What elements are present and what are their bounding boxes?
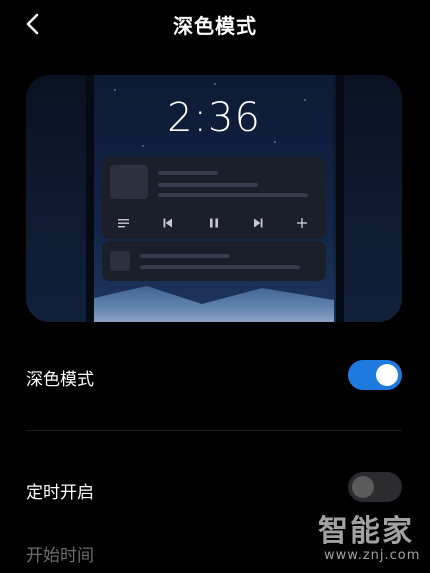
wallpaper-landscape — [94, 286, 334, 322]
song-title-placeholder — [158, 171, 218, 175]
previous-icon — [158, 215, 178, 231]
preview-left-divider — [86, 75, 94, 322]
notification-card — [102, 241, 326, 281]
next-icon — [248, 215, 268, 231]
notification-icon — [110, 251, 130, 271]
preview-phone-screen: 2:36 — [94, 75, 334, 322]
dark-mode-label: 深色模式 — [26, 370, 94, 390]
scheduled-toggle[interactable] — [348, 472, 402, 502]
preview-right-divider — [336, 75, 344, 322]
notification-body-placeholder — [140, 265, 300, 269]
watermark-brand: 智能家 — [318, 514, 414, 549]
pause-icon — [204, 215, 224, 231]
dark-mode-preview: 2:36 — [26, 75, 402, 322]
preview-left-panel — [26, 75, 86, 322]
notification-title-placeholder — [140, 254, 230, 258]
toggle-knob — [352, 476, 374, 498]
top-bar: 深色模式 — [0, 0, 430, 46]
page-title: 深色模式 — [173, 14, 257, 38]
toggle-knob — [376, 364, 398, 386]
music-widget — [102, 157, 326, 239]
watermark-url: www.znj.com — [324, 548, 421, 563]
plus-icon — [292, 215, 312, 231]
start-time-label[interactable]: 开始时间 — [26, 541, 94, 566]
scheduled-label: 定时开启 — [26, 483, 94, 503]
watermark: 智能家 www.znj.com — [318, 506, 422, 568]
song-extra-placeholder — [158, 193, 308, 197]
playlist-icon — [114, 215, 134, 231]
divider — [26, 430, 402, 431]
lock-screen-time: 2:36 — [167, 95, 261, 141]
dark-mode-toggle[interactable] — [348, 360, 402, 390]
song-artist-placeholder — [158, 183, 258, 187]
album-art — [110, 165, 148, 199]
preview-right-panel — [344, 75, 402, 322]
